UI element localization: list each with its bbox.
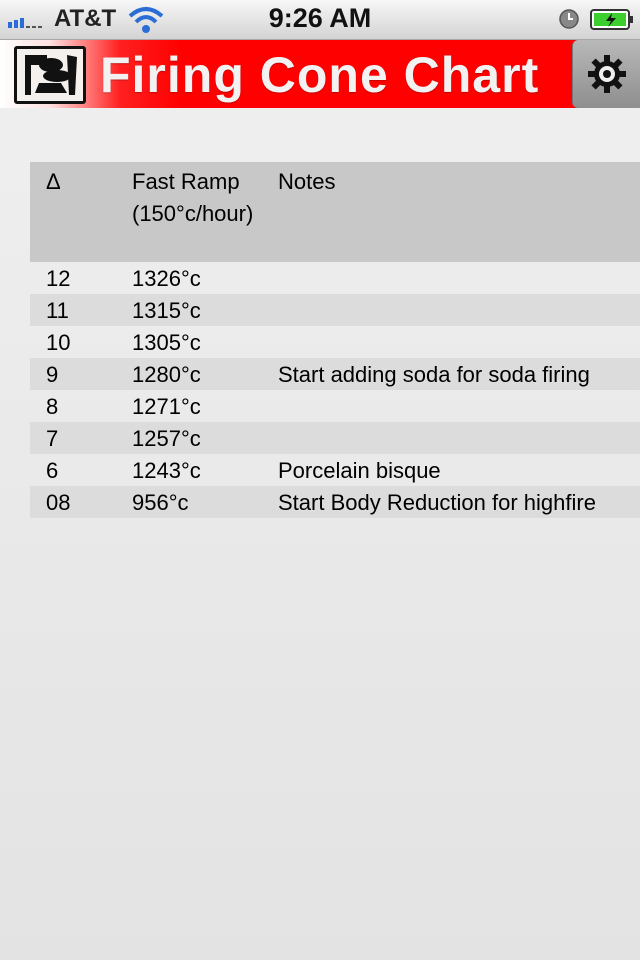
cone-cell: 11 — [46, 298, 69, 323]
table-header: Δ Fast Ramp (150°c/hour) Notes — [30, 162, 640, 262]
temperature-cell: 1280°c — [132, 362, 201, 387]
cone-cell: 10 — [46, 330, 71, 355]
temperature-cell: 956°c — [132, 490, 189, 515]
table-row: 7 1257°c — [30, 422, 640, 454]
notes-cell: Start adding soda for soda firing — [278, 362, 590, 387]
temperature-cell: 1271°c — [132, 394, 201, 419]
notes-cell: Start Body Reduction for highfire — [278, 490, 596, 515]
app-header: Firing Cone Chart — [0, 40, 640, 108]
column-header-notes: Notes — [278, 169, 336, 194]
table-row: 10 1305°c — [30, 326, 640, 358]
alarm-clock-icon — [559, 9, 579, 29]
column-header-ramp-rate: (150°c/hour) — [132, 201, 254, 226]
temperature-cell: 1305°c — [132, 330, 201, 355]
cone-cell: 9 — [46, 362, 59, 387]
table-row: 9 1280°c Start adding soda for soda firing — [30, 358, 640, 390]
app-title: Firing Cone Chart — [100, 47, 540, 103]
battery-icon — [590, 9, 633, 30]
status-time: 9:26 AM — [268, 3, 372, 33]
table-row: 6 1243°c Porcelain bisque — [30, 454, 640, 486]
temperature-cell: 1315°c — [132, 298, 201, 323]
kiln-logo-icon — [14, 46, 86, 104]
cone-cell: 08 — [46, 490, 71, 515]
column-header-cone: Δ — [46, 169, 61, 194]
gear-icon — [588, 55, 626, 93]
column-header-ramp: Fast Ramp (150°c/hour) — [132, 166, 253, 230]
table-row: 11 1315°c — [30, 294, 640, 326]
cone-cell: 6 — [46, 458, 59, 483]
table-row: 8 1271°c — [30, 390, 640, 422]
settings-button[interactable] — [572, 40, 640, 108]
table-row: 08 956°c Start Body Reduction for highfire — [30, 486, 640, 518]
cone-cell: 8 — [46, 394, 59, 419]
cone-cell: 12 — [46, 266, 71, 291]
temperature-cell: 1257°c — [132, 426, 201, 451]
table-row: 12 1326°c — [30, 262, 640, 294]
cone-cell: 7 — [46, 426, 59, 451]
temperature-cell: 1326°c — [132, 266, 201, 291]
status-bar: AT&T 9:26 AM — [0, 0, 640, 40]
temperature-cell: 1243°c — [132, 458, 201, 483]
notes-cell: Porcelain bisque — [278, 458, 441, 483]
cone-chart-table: Δ Fast Ramp (150°c/hour) Notes 12 1326°c 1… — [30, 162, 640, 518]
column-header-ramp-title: Fast Ramp — [132, 169, 240, 194]
